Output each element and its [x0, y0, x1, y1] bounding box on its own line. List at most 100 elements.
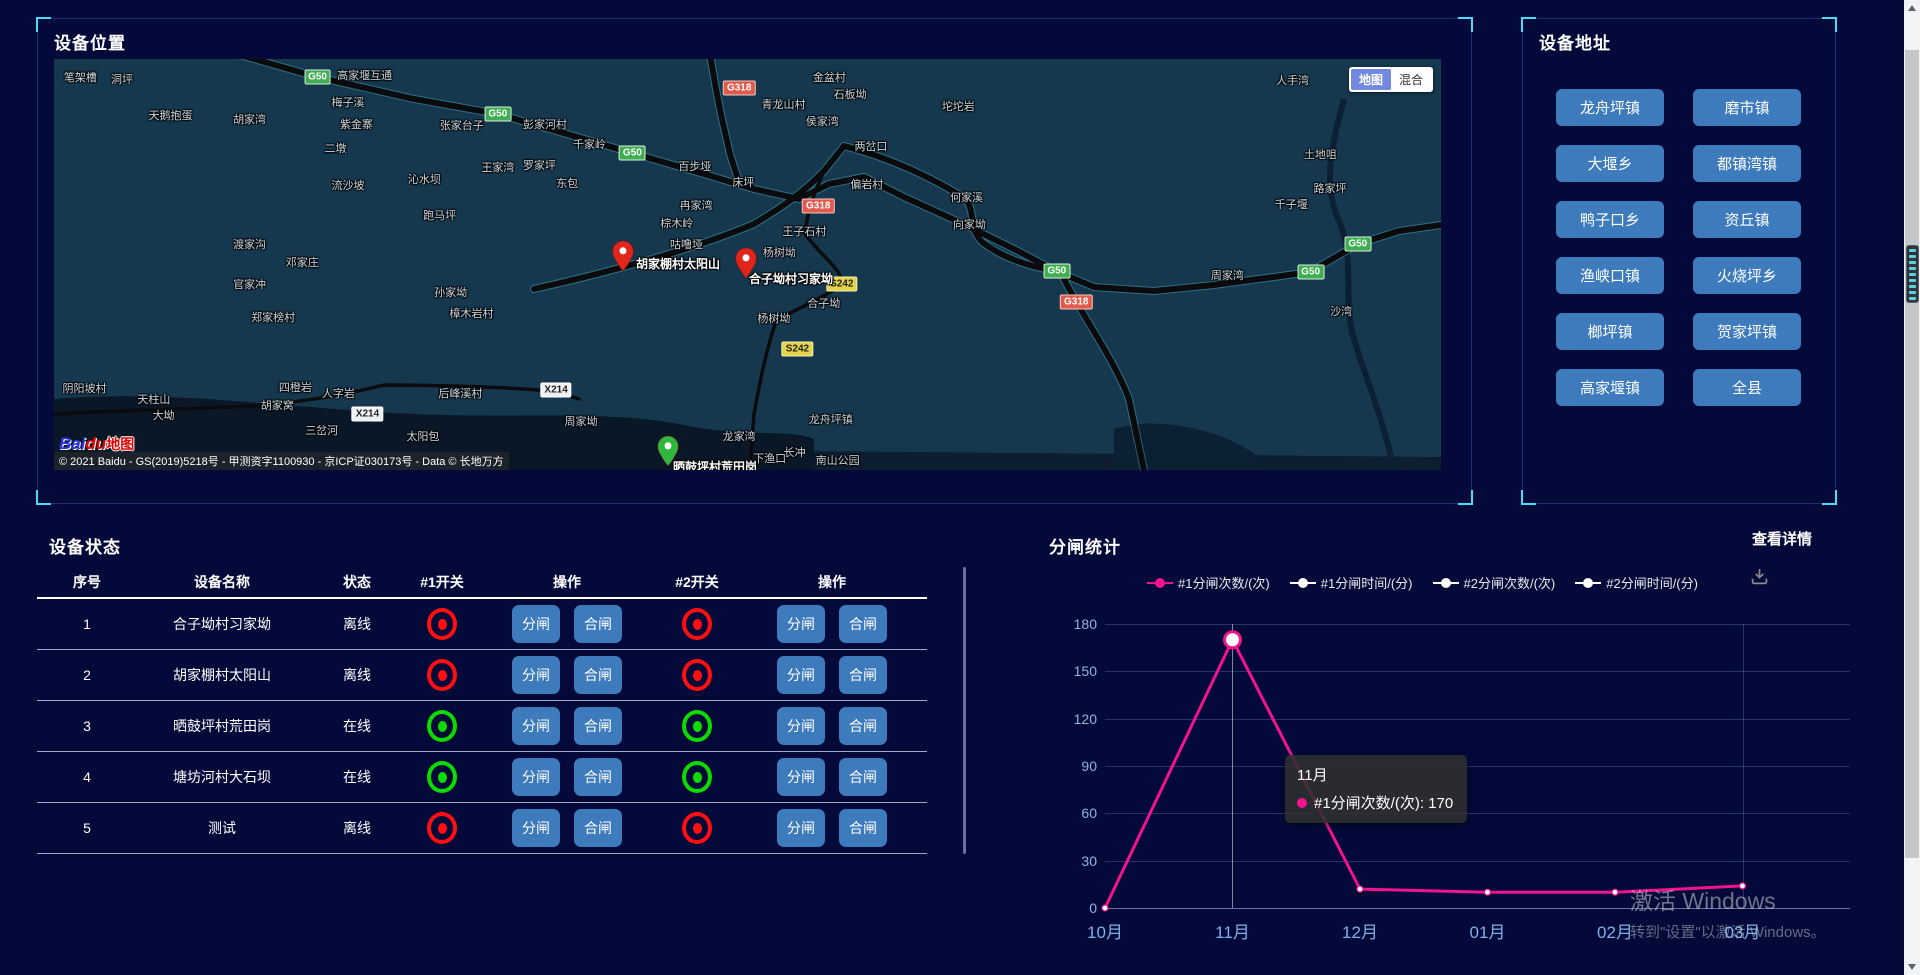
device-status-title: 设备状态 — [49, 533, 121, 558]
close-switch-button[interactable]: 合闸 — [839, 758, 887, 796]
close-switch-button[interactable]: 合闸 — [839, 809, 887, 847]
close-switch-button[interactable]: 合闸 — [574, 656, 622, 694]
close-switch-button[interactable]: 合闸 — [839, 605, 887, 643]
map-place-label: 沙湾 — [1330, 303, 1352, 319]
operation-cell: 分闸合闸 — [477, 605, 657, 643]
scrollbar-thumb-widget[interactable] — [1906, 245, 1919, 303]
baidu-map[interactable]: 笔架槽洞坪天鹅抱蛋胡家湾高家堰互通梅子溪紫金寨二墩张家台子彭家河村千家岭百步垭床… — [54, 59, 1441, 470]
road-badge: G50 — [304, 70, 331, 85]
address-button[interactable]: 榔坪镇 — [1556, 313, 1664, 350]
device-status-section: 设备状态 序号设备名称状态#1开关操作#2开关操作 1合子坳村习家坳离线分闸合闸… — [37, 528, 1007, 868]
indicator-core — [693, 670, 702, 681]
map-place-label: 人手湾 — [1276, 72, 1309, 88]
table-header-cell: 序号 — [37, 572, 137, 592]
legend-item[interactable]: #1分闸次数/(次) — [1147, 573, 1270, 592]
table-header-cell: 设备名称 — [137, 572, 307, 592]
view-details-link[interactable]: 查看详情 — [1752, 528, 1812, 549]
map-place-label: 千家岭 — [573, 136, 606, 152]
open-switch-button[interactable]: 分闸 — [777, 605, 825, 643]
address-button[interactable]: 渔峡口镇 — [1556, 257, 1664, 294]
open-switch-button[interactable]: 分闸 — [777, 809, 825, 847]
row-number: 2 — [37, 667, 137, 683]
x-tick-label: 10月 — [1087, 918, 1123, 943]
map-place-label: 千子堰 — [1275, 196, 1308, 212]
address-button[interactable]: 都镇湾镇 — [1693, 145, 1801, 182]
close-switch-button[interactable]: 合闸 — [574, 809, 622, 847]
close-switch-button[interactable]: 合闸 — [839, 656, 887, 694]
legend-item[interactable]: #1分闸时间/(分) — [1290, 573, 1413, 592]
map-place-label: 龙家湾 — [723, 428, 756, 444]
chart-series-layer — [1105, 624, 1850, 908]
map-place-label: 金盆村 — [813, 69, 846, 85]
address-button[interactable]: 大堰乡 — [1556, 145, 1664, 182]
address-button[interactable]: 贺家坪镇 — [1693, 313, 1801, 350]
indicator-core — [438, 619, 447, 630]
map-place-label: 张家台子 — [440, 117, 484, 133]
legend-line-icon — [1433, 582, 1459, 584]
road-badge: X214 — [540, 382, 571, 397]
address-button[interactable]: 鸭子口乡 — [1556, 201, 1664, 238]
switch-status-indicator-green — [427, 710, 457, 742]
map-place-label: 石板坳 — [834, 86, 867, 102]
map-place-label: 后峰溪村 — [438, 385, 482, 401]
map-type-option[interactable]: 混合 — [1391, 69, 1431, 90]
map-type-control[interactable]: 地图混合 — [1349, 67, 1433, 92]
address-button[interactable]: 磨市镇 — [1693, 89, 1801, 126]
open-switch-button[interactable]: 分闸 — [512, 758, 560, 796]
address-button[interactable]: 火烧坪乡 — [1693, 257, 1801, 294]
table-row: 5测试离线分闸合闸分闸合闸 — [37, 803, 927, 854]
address-button[interactable]: 全县 — [1693, 369, 1801, 406]
open-switch-button[interactable]: 分闸 — [777, 758, 825, 796]
switch-1-cell — [407, 812, 477, 844]
open-switch-button[interactable]: 分闸 — [512, 809, 560, 847]
map-place-label: 彭家河村 — [523, 116, 567, 132]
data-point — [1485, 889, 1491, 895]
baidu-logo-du: du — [85, 434, 106, 453]
scrollbar-up-arrow-icon[interactable] — [1908, 5, 1916, 11]
address-button[interactable]: 资丘镇 — [1693, 201, 1801, 238]
map-place-label: 太阳包 — [406, 428, 439, 444]
close-switch-button[interactable]: 合闸 — [574, 758, 622, 796]
legend-label: #2分闸时间/(分) — [1606, 573, 1698, 592]
open-switch-button[interactable]: 分闸 — [512, 707, 560, 745]
device-name: 塘坊河村大石坝 — [137, 767, 307, 787]
address-button[interactable]: 高家堰镇 — [1556, 369, 1664, 406]
legend-item[interactable]: #2分闸次数/(次) — [1433, 573, 1556, 592]
open-switch-button[interactable]: 分闸 — [512, 605, 560, 643]
address-button[interactable]: 龙舟坪镇 — [1556, 89, 1664, 126]
map-place-label: 周家坳 — [565, 413, 598, 429]
table-scrollbar[interactable] — [963, 567, 966, 854]
map-place-label: 土地咀 — [1304, 146, 1337, 162]
road-badge: G318 — [1060, 294, 1092, 309]
close-switch-button[interactable]: 合闸 — [574, 605, 622, 643]
address-button-grid: 龙舟坪镇磨市镇大堰乡都镇湾镇鸭子口乡资丘镇渔峡口镇火烧坪乡榔坪镇贺家坪镇高家堰镇… — [1556, 89, 1801, 406]
map-place-label: 洞坪 — [111, 71, 133, 87]
open-switch-button[interactable]: 分闸 — [777, 656, 825, 694]
table-header-cell: 操作 — [737, 572, 927, 592]
map-type-option[interactable]: 地图 — [1351, 69, 1391, 90]
device-location-panel: 设备位置 — [37, 18, 1472, 504]
close-switch-button[interactable]: 合闸 — [574, 707, 622, 745]
corner-decoration — [36, 490, 51, 505]
map-place-label: 二墩 — [325, 140, 347, 156]
scrollbar-track-fill[interactable] — [1905, 50, 1919, 858]
scrollbar-down-arrow-icon[interactable] — [1908, 964, 1916, 970]
road-badge: S242 — [782, 342, 813, 357]
table-row: 3晒鼓坪村荒田岗在线分闸合闸分闸合闸 — [37, 701, 927, 752]
legend-item[interactable]: #2分闸时间/(分) — [1575, 573, 1698, 592]
switch-status-indicator-red — [682, 812, 712, 844]
table-row: 4塘坊河村大石坝在线分闸合闸分闸合闸 — [37, 752, 927, 803]
vertical-scrollbar[interactable] — [1904, 0, 1920, 975]
map-pin-red[interactable]: 胡家棚村太阳山 — [612, 241, 634, 271]
open-switch-button[interactable]: 分闸 — [512, 656, 560, 694]
map-pin-red[interactable]: 合子坳村习家坳 — [735, 248, 757, 278]
x-tick-label: 02月 — [1597, 918, 1633, 943]
map-pin-green[interactable]: 晒鼓坪村荒田岗 — [657, 436, 679, 466]
close-switch-button[interactable]: 合闸 — [839, 707, 887, 745]
device-address-panel: 设备地址 龙舟坪镇磨市镇大堰乡都镇湾镇鸭子口乡资丘镇渔峡口镇火烧坪乡榔坪镇贺家坪… — [1522, 18, 1836, 504]
legend-dot — [1583, 578, 1593, 588]
baidu-map-logo[interactable]: Baidu地图 — [59, 435, 134, 453]
map-place-label: 郑家榜村 — [251, 309, 295, 325]
map-place-label: 床坪 — [732, 174, 754, 190]
open-switch-button[interactable]: 分闸 — [777, 707, 825, 745]
